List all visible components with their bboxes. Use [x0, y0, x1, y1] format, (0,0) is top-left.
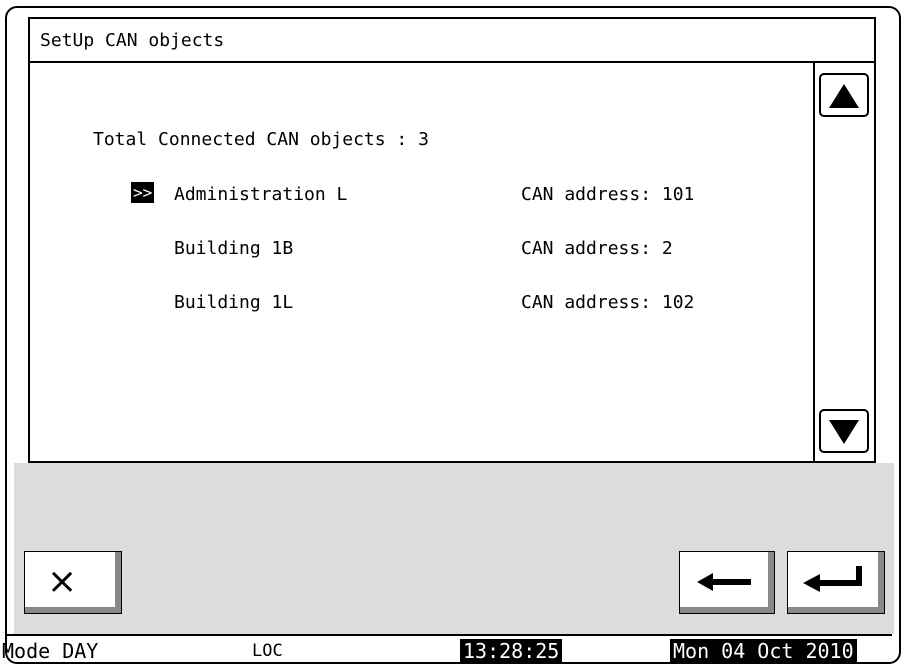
close-icon: ×: [47, 561, 78, 602]
button-area: ×: [14, 463, 894, 634]
triangle-up-icon: [829, 84, 859, 108]
page-title: SetUp CAN objects: [40, 30, 225, 51]
object-name: Administration L: [174, 184, 348, 205]
main-panel: SetUp CAN objects Total Connected CAN ob…: [28, 17, 876, 463]
object-name: Building 1B: [174, 238, 294, 259]
title-bar: SetUp CAN objects: [30, 19, 874, 63]
object-address: CAN address: 2: [521, 238, 673, 259]
cancel-button[interactable]: ×: [24, 551, 122, 614]
selection-marker: >>: [131, 182, 155, 203]
scroll-up-button[interactable]: [819, 73, 869, 117]
object-address: CAN address: 102: [521, 292, 695, 313]
arrow-enter-icon: [803, 566, 862, 592]
loc-indicator: LOC: [252, 641, 283, 661]
scroll-down-button[interactable]: [819, 409, 869, 453]
total-objects-label: Total Connected CAN objects : 3: [93, 129, 429, 150]
scrollbar-divider: [813, 63, 815, 463]
clock-date: Mon 04 Oct 2010: [670, 639, 857, 663]
enter-button[interactable]: [787, 551, 885, 614]
clock-time: 13:28:25: [460, 639, 563, 663]
object-name: Building 1L: [174, 292, 294, 313]
back-button[interactable]: [679, 551, 775, 614]
arrow-left-icon: [697, 573, 751, 591]
mode-indicator: Mode DAY: [2, 639, 99, 663]
triangle-down-icon: [829, 420, 859, 444]
object-address: CAN address: 101: [521, 184, 695, 205]
status-bar: Mode DAY LOC 13:28:25 Mon 04 Oct 2010: [2, 634, 892, 663]
